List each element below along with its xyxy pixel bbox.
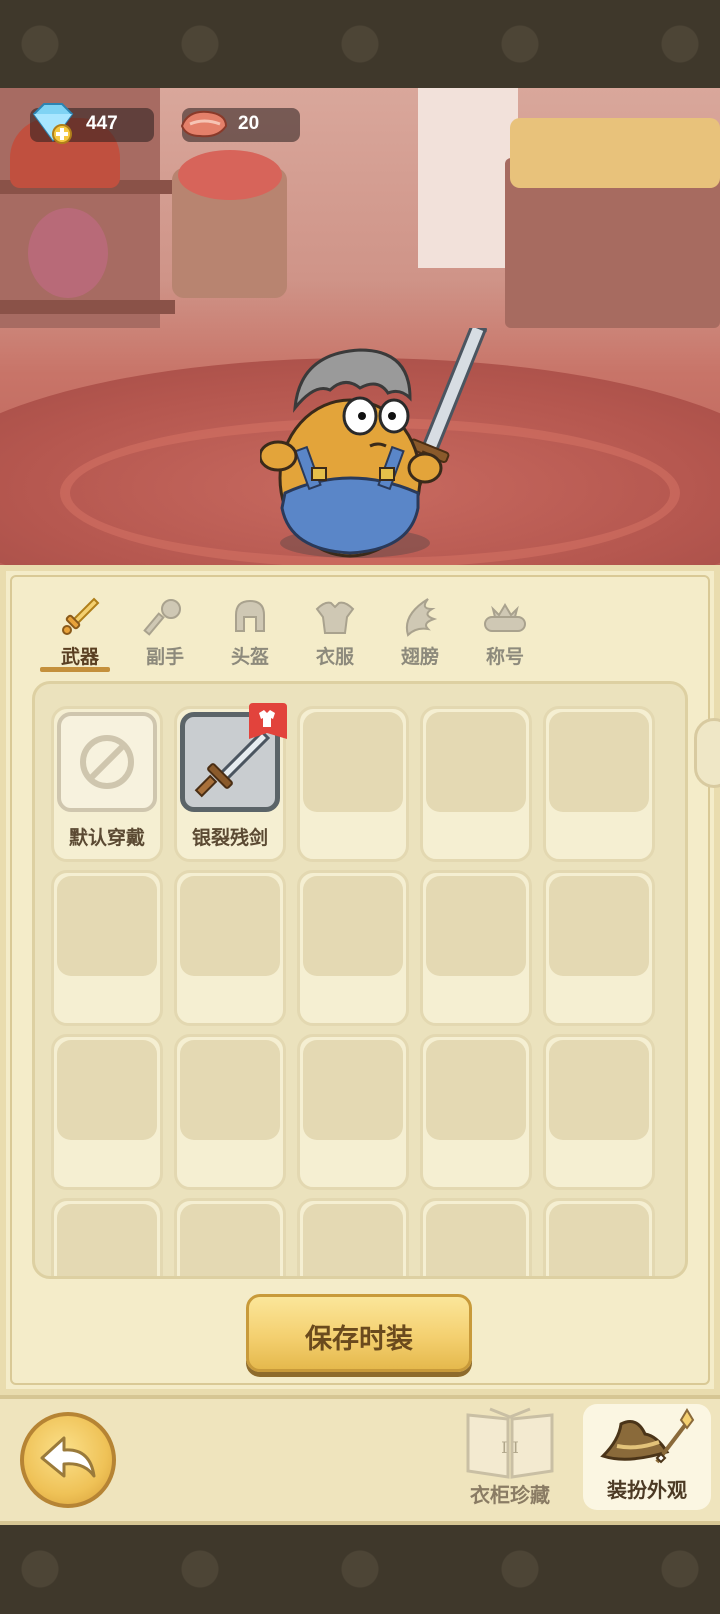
slot-default-wear[interactable]: 默认穿戴 [51, 706, 163, 862]
helmet-icon [235, 599, 265, 632]
diamond-amount: 447 [86, 113, 118, 134]
empty-slot [51, 1198, 163, 1276]
dress-up-button[interactable]: 装扮外观 [583, 1404, 711, 1510]
wardrobe-collection-button[interactable]: I I 衣柜珍藏 [450, 1405, 570, 1517]
item-grid: 默认穿戴 银裂残剑 [32, 681, 688, 1279]
wardrobe-collection-label: 衣柜珍藏 [470, 1483, 550, 1507]
tab-weapon[interactable]: 武器 [45, 595, 115, 669]
side-scroll-handle[interactable] [694, 718, 720, 788]
top-decorative-border [0, 0, 720, 88]
tab-offhand[interactable]: 副手 [130, 595, 200, 669]
book-icon-text: I I [501, 1438, 519, 1457]
empty-slot [297, 1034, 409, 1190]
empty-slot [420, 1034, 532, 1190]
tab-helmet-label: 头盔 [230, 646, 269, 668]
diamond-counter[interactable]: 447 [30, 103, 154, 144]
empty-slot [420, 1198, 532, 1276]
category-tabs: 武器 副手 头盔 衣服 翅膀 称号 [40, 595, 560, 670]
empty-slot [297, 706, 409, 862]
book-icon: I I [466, 1407, 554, 1479]
slot-silver-broken-sword[interactable]: 银裂残剑 [174, 703, 287, 862]
dress-up-label: 装扮外观 [607, 1478, 687, 1502]
armor-icon [315, 601, 355, 634]
potato-hero-character [260, 328, 488, 558]
tab-helmet[interactable]: 头盔 [215, 595, 285, 669]
tab-offhand-label: 副手 [145, 646, 184, 668]
outfit-badge-icon [249, 703, 287, 739]
sword-icon [62, 597, 100, 635]
window-light [418, 88, 518, 268]
empty-slot [174, 1198, 286, 1276]
diamond-plus-icon [32, 103, 74, 144]
empty-slot [543, 706, 655, 862]
barrel-top [178, 150, 282, 200]
bottom-decorative-border [0, 1525, 720, 1614]
tab-wings[interactable]: 翅膀 [385, 595, 455, 669]
empty-slot [420, 870, 532, 1026]
save-outfit-label: 保存时装 [305, 1324, 413, 1355]
offhand-icon [143, 599, 181, 636]
empty-slot [420, 706, 532, 862]
chest-top [510, 118, 720, 188]
wing-icon [406, 598, 438, 637]
empty-slot [543, 870, 655, 1026]
meat-counter: 20 [180, 108, 300, 142]
slot-default-wear-label: 默认穿戴 [68, 827, 145, 849]
tab-armor-label: 衣服 [315, 646, 354, 668]
tab-title[interactable]: 称号 [470, 595, 540, 669]
save-outfit-button[interactable]: 保存时装 [246, 1294, 472, 1372]
ban-icon [80, 735, 134, 789]
empty-slot [51, 870, 163, 1026]
slot-silver-broken-sword-label: 银裂残剑 [191, 827, 268, 849]
active-tab-indicator [40, 667, 110, 672]
empty-slot [51, 1034, 163, 1190]
empty-slot [543, 1198, 655, 1276]
empty-slot [174, 1034, 286, 1190]
title-crown-icon [484, 603, 526, 632]
tab-title-label: 称号 [485, 646, 524, 668]
meat-icon [180, 110, 228, 138]
hat-wand-icon [600, 1408, 695, 1464]
tab-armor[interactable]: 衣服 [300, 595, 370, 669]
back-arrow-icon [40, 1436, 96, 1478]
empty-slot [543, 1034, 655, 1190]
character-scene [0, 88, 720, 565]
empty-slot [297, 1198, 409, 1276]
empty-slot [297, 870, 409, 1026]
empty-slot [174, 870, 286, 1026]
back-button[interactable] [20, 1412, 116, 1508]
tab-weapon-label: 武器 [60, 646, 99, 668]
tab-wings-label: 翅膀 [400, 646, 439, 668]
meat-amount: 20 [238, 113, 260, 134]
